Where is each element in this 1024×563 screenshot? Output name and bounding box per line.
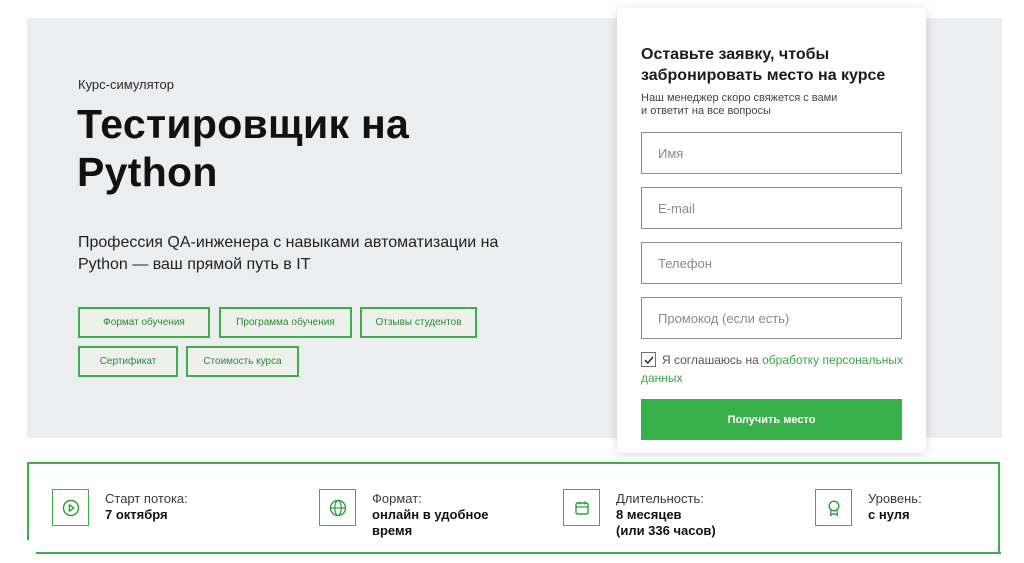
info-level: Уровень: с нуля	[815, 489, 922, 526]
title-line-2: Python	[77, 149, 218, 195]
chip-format[interactable]: Формат обучения	[78, 307, 210, 338]
info-start-date: Старт потока: 7 октября	[52, 489, 188, 526]
info-label: Формат:	[372, 491, 422, 506]
consent-text: Я соглашаюсь на	[662, 353, 763, 367]
chip-price[interactable]: Стоимость курса	[186, 346, 299, 377]
form-subtitle: Наш менеджер скоро свяжется с вами и отв…	[641, 92, 901, 118]
info-duration: Длительность: 8 месяцев (или 336 часов)	[563, 489, 716, 539]
chip-certificate[interactable]: Сертификат	[78, 346, 178, 377]
promo-code-field[interactable]	[641, 297, 902, 339]
info-label: Уровень:	[868, 491, 922, 506]
chip-program[interactable]: Программа обучения	[219, 307, 352, 338]
info-value-line-2: (или 336 часов)	[616, 523, 716, 538]
course-subtitle: Профессия QA-инженера с навыками автомат…	[78, 234, 499, 273]
course-kicker: Курс-симулятор	[78, 77, 174, 92]
info-bar-border-left	[27, 462, 29, 540]
info-value: с нуля	[868, 507, 910, 522]
info-label: Старт потока:	[105, 491, 188, 506]
form-title: Оставьте заявку, чтобы забронировать мес…	[641, 46, 886, 84]
calendar-icon	[563, 489, 600, 526]
title-line-1: Тестировщик на	[77, 101, 410, 147]
page-title: Тестировщик на Python	[77, 100, 547, 196]
name-field[interactable]	[641, 132, 902, 174]
form-subtitle-line-2: и ответит на все вопросы	[641, 105, 771, 117]
info-value: онлайн в удобное	[372, 507, 489, 522]
info-value-line-2: время	[372, 523, 413, 538]
info-format: Формат: онлайн в удобное время	[319, 489, 489, 539]
play-circle-icon	[52, 489, 89, 526]
check-icon	[644, 356, 654, 365]
award-icon	[815, 489, 852, 526]
email-field[interactable]	[641, 187, 902, 229]
info-label: Длительность:	[616, 491, 704, 506]
consent-checkbox[interactable]	[641, 352, 656, 367]
form-subtitle-line-1: Наш менеджер скоро свяжется с вами	[641, 92, 838, 104]
info-value: 8 месяцев	[616, 507, 682, 522]
signup-form-card: Оставьте заявку, чтобы забронировать мес…	[617, 8, 926, 453]
phone-field[interactable]	[641, 242, 902, 284]
info-bar-border-bottom	[36, 552, 1001, 554]
chip-reviews[interactable]: Отзывы студентов	[360, 307, 477, 338]
globe-icon	[319, 489, 356, 526]
info-value: 7 октября	[105, 507, 168, 522]
submit-button[interactable]: Получить место	[641, 399, 902, 440]
consent-row: Я соглашаюсь на обработку персональных д…	[641, 351, 911, 387]
